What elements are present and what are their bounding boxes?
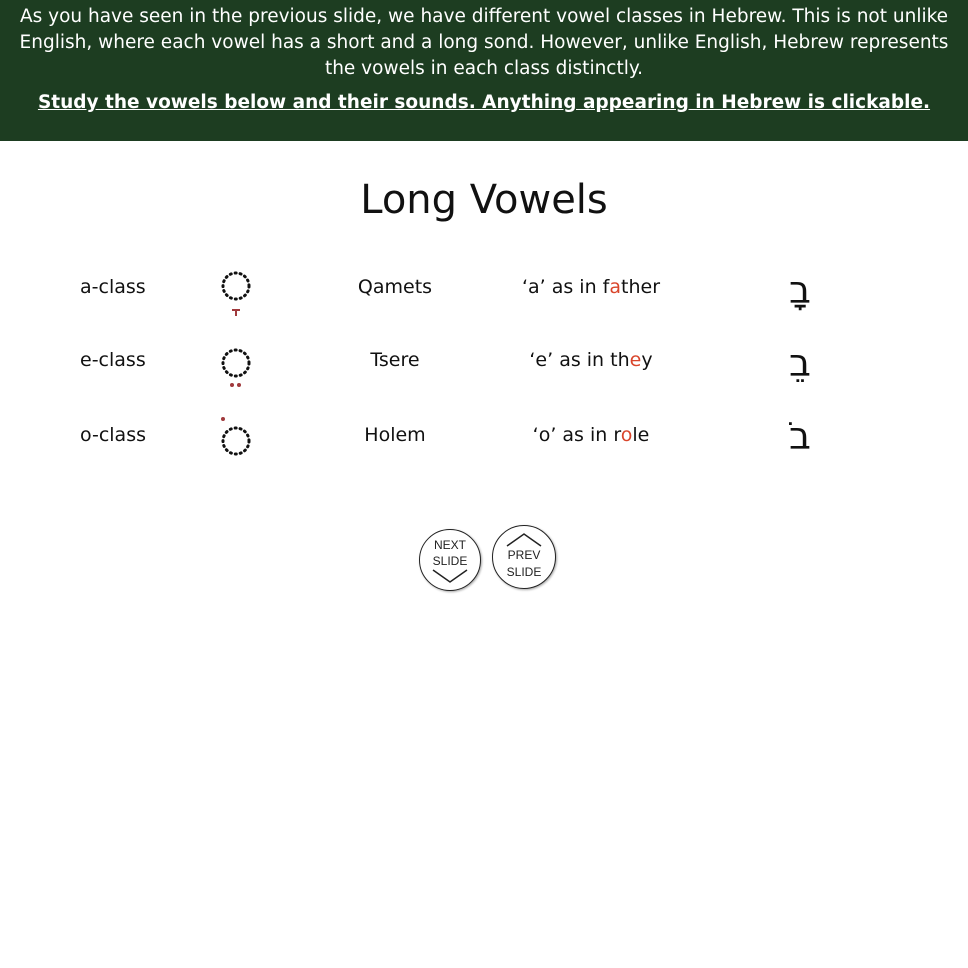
vowel-row-a-class: a-class Qamets ‘a’ as in father בָ: [0, 270, 968, 330]
instruction-text: Study the vowels below and their sounds.…: [37, 92, 931, 113]
holem-symbol-icon: [221, 417, 251, 456]
prev-slide-button[interactable]: PREV SLIDE: [492, 525, 556, 589]
tsere-symbol-icon: [221, 348, 251, 387]
vowel-sound: ‘o’ as in role: [532, 424, 650, 446]
hebrew-bet-tsere[interactable]: בֵ: [768, 343, 832, 383]
intro-text: As you have seen in the previous slide, …: [19, 6, 949, 79]
qamets-symbol-icon: [221, 271, 251, 316]
next-slide-button[interactable]: NEXT SLIDE: [419, 529, 481, 591]
instruction-banner: As you have seen in the previous slide, …: [0, 0, 968, 141]
chevron-down-icon: [432, 569, 468, 583]
hebrew-bet-qamets[interactable]: בָ: [768, 270, 832, 310]
sound-highlight: o: [620, 424, 633, 446]
vowel-name: Qamets: [357, 276, 433, 298]
vowel-row-o-class: o-class Holem ‘o’ as in role בֹ: [0, 416, 968, 478]
vowel-name: Tsere: [370, 349, 420, 371]
vowel-name: Holem: [364, 424, 426, 446]
vowel-class-label: o-class: [80, 424, 146, 446]
vowel-class-label: e-class: [80, 349, 146, 371]
sound-highlight: e: [629, 349, 642, 371]
vowel-row-e-class: e-class Tsere ‘e’ as in they בֵ: [0, 343, 968, 403]
vowel-class-label: a-class: [80, 276, 146, 298]
vowel-sound: ‘e’ as in they: [529, 349, 653, 371]
sound-highlight: a: [609, 276, 622, 298]
hebrew-bet-holem[interactable]: בֹ: [768, 416, 832, 456]
page-title: Long Vowels: [360, 177, 608, 223]
prev-slide-label-line1: PREV: [507, 548, 541, 562]
vowel-sound: ‘a’ as in father: [521, 276, 661, 298]
prev-slide-label-line2: SLIDE: [506, 565, 542, 579]
